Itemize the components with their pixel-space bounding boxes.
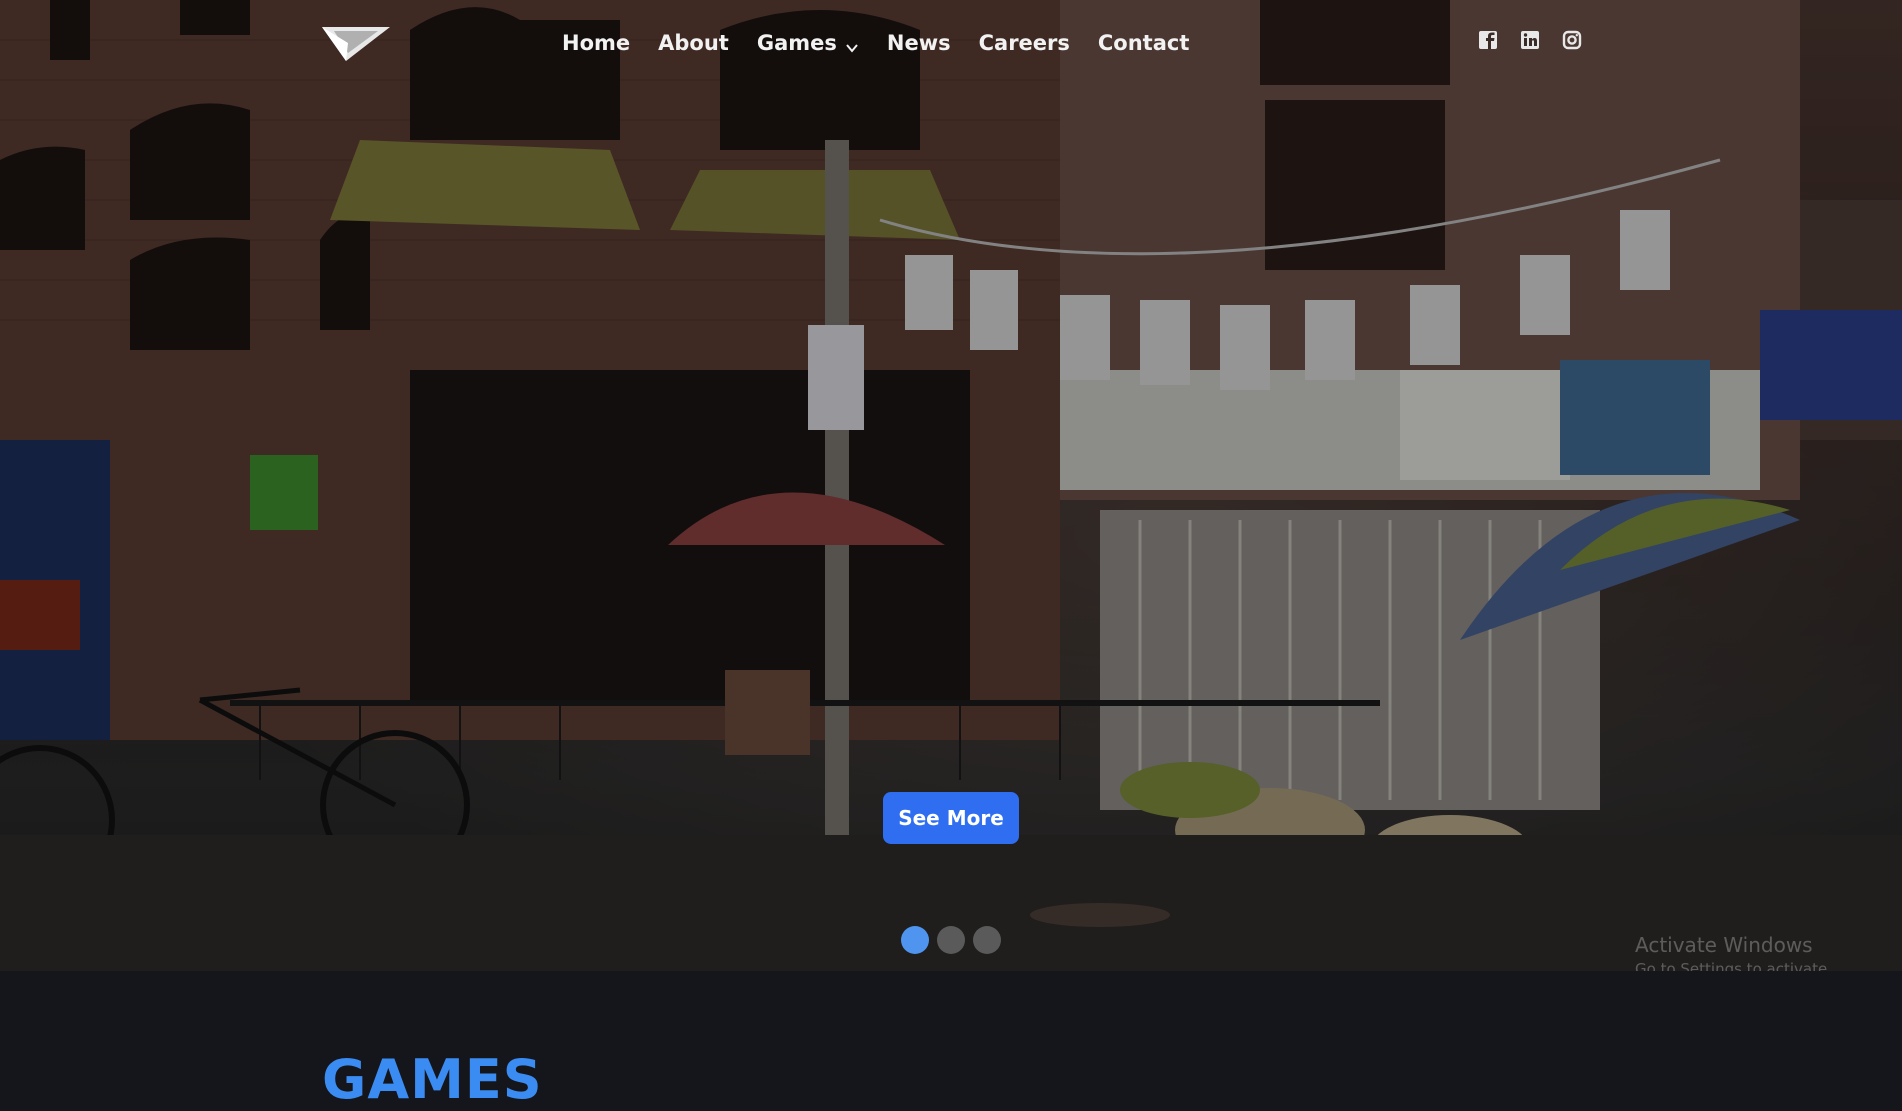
nav-item-about[interactable]: About <box>658 31 729 55</box>
logo-icon[interactable] <box>320 23 392 63</box>
nav-item-label: Careers <box>978 31 1070 55</box>
carousel-dot-2[interactable] <box>937 926 965 954</box>
hero-carousel: Home About Games News Careers Contact Se… <box>0 0 1902 971</box>
activate-windows-watermark: Activate Windows Go to Settings to activ… <box>1635 933 1902 971</box>
see-more-button[interactable]: See More <box>883 792 1019 844</box>
nav-item-label: Contact <box>1097 31 1190 55</box>
nav-item-news[interactable]: News <box>887 31 951 55</box>
watermark-line1: Activate Windows <box>1635 933 1813 957</box>
instagram-icon[interactable] <box>1562 30 1582 50</box>
nav-item-careers[interactable]: Careers <box>979 31 1070 55</box>
nav-item-label: News <box>886 31 951 55</box>
linkedin-icon[interactable] <box>1520 30 1540 50</box>
nav-menu: Home About Games News Careers Contact <box>562 31 1189 55</box>
facebook-icon[interactable] <box>1478 30 1498 50</box>
carousel-dot-1[interactable] <box>901 926 929 954</box>
chevron-down-icon <box>845 36 859 53</box>
social-links <box>1478 30 1582 50</box>
watermark-line2: Go to Settings to activate Windows. <box>1635 960 1828 971</box>
nav-item-home[interactable]: Home <box>562 31 630 55</box>
nav-item-games[interactable]: Games <box>757 31 859 55</box>
carousel-dot-3[interactable] <box>973 926 1001 954</box>
nav-item-label: About <box>658 31 729 55</box>
nav-item-label: Home <box>562 31 631 55</box>
nav-item-contact[interactable]: Contact <box>1098 31 1190 55</box>
nav-item-label: Games <box>756 31 837 55</box>
main-nav: Home About Games News Careers Contact <box>320 18 1582 68</box>
carousel-dots <box>901 926 1001 954</box>
